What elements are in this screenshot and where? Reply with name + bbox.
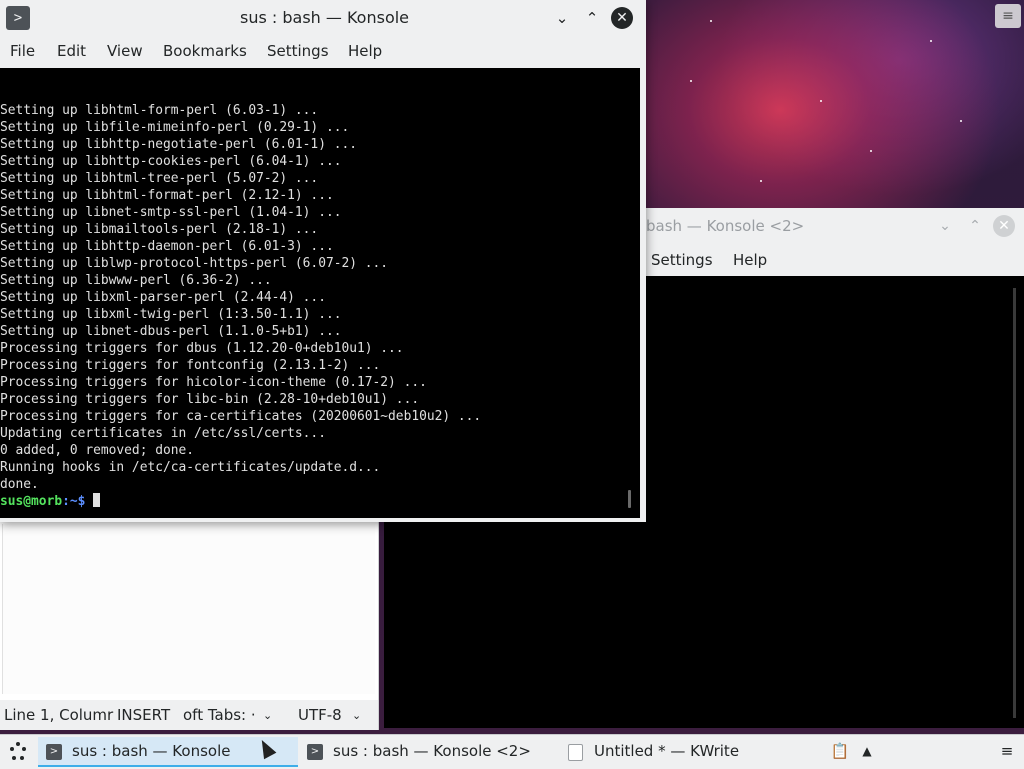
maximize-icon[interactable]: ⌃	[965, 216, 985, 236]
terminal-line: Running hooks in /etc/ca-certificates/up…	[0, 460, 381, 475]
menu-settings[interactable]: Settings	[267, 42, 329, 60]
terminal-line: done.	[0, 477, 39, 492]
window-title: sus : bash — Konsole	[240, 8, 410, 27]
menu-bookmarks[interactable]: Bookmarks	[163, 42, 247, 60]
maximize-icon[interactable]: ⌃	[582, 8, 602, 28]
task-konsole-2[interactable]: > sus : bash — Konsole <2>	[299, 737, 559, 767]
encoding[interactable]: UTF-8	[298, 706, 342, 724]
menu-file[interactable]: File	[10, 42, 35, 60]
star	[760, 180, 762, 182]
tab-settings[interactable]: oft Tabs: ·	[183, 706, 256, 724]
terminal-line: Setting up libhttp-daemon-perl (6.01-3) …	[0, 239, 334, 254]
terminal-line: Processing triggers for libc-bin (2.28-1…	[0, 392, 420, 407]
status-bar: Line 1, Columr INSERT oft Tabs: · ⌄ UTF-…	[0, 700, 378, 730]
terminal-line: Processing triggers for hicolor-icon-the…	[0, 375, 427, 390]
menu-view[interactable]: View	[107, 42, 143, 60]
document-icon	[568, 744, 583, 761]
input-mode[interactable]: INSERT	[117, 706, 170, 724]
close-icon[interactable]: ✕	[993, 215, 1015, 237]
terminal-line: Processing triggers for fontconfig (2.13…	[0, 358, 381, 373]
star	[690, 80, 692, 82]
terminal-line: Setting up libnet-dbus-perl (1.1.0-5+b1)…	[0, 324, 342, 339]
menubar: File Edit View Bookmarks Settings Help	[0, 36, 646, 68]
star	[930, 40, 932, 42]
terminal-line: Setting up libmailtools-perl (2.18-1) ..…	[0, 222, 319, 237]
task-label: sus : bash — Konsole	[72, 742, 231, 760]
terminal-line: 0 added, 0 removed; done.	[0, 443, 195, 458]
star	[870, 150, 872, 152]
terminal-line: Setting up libhtml-tree-perl (5.07-2) ..…	[0, 171, 319, 186]
terminal-line: Setting up libhttp-negotiate-perl (6.01-…	[0, 137, 357, 152]
terminal-line: Setting up libwww-perl (6.36-2) ...	[0, 273, 272, 288]
terminal-line: Updating certificates in /etc/ssl/certs.…	[0, 426, 326, 441]
kwrite-window[interactable]: Line 1, Columr INSERT oft Tabs: · ⌄ UTF-…	[0, 520, 379, 730]
star	[820, 100, 822, 102]
close-icon[interactable]: ✕	[611, 7, 633, 29]
terminal-line: Processing triggers for ca-certificates …	[0, 409, 482, 424]
terminal-output[interactable]: Setting up libhtml-form-perl (6.03-1) ..…	[0, 68, 640, 518]
scrollbar[interactable]	[628, 490, 631, 508]
terminal-line: Processing triggers for dbus (1.12.20-0+…	[0, 341, 404, 356]
menu-help[interactable]: Help	[348, 42, 382, 60]
expand-tray-icon[interactable]: ▲	[856, 740, 878, 762]
terminal-line: Setting up libhttp-cookies-perl (6.04-1)…	[0, 154, 342, 169]
hamburger-menu-icon[interactable]: ≡	[996, 740, 1018, 762]
chevron-down-icon[interactable]: ⌄	[352, 709, 361, 722]
terminal-icon: >	[46, 744, 62, 760]
terminal-line: Setting up libfile-mimeinfo-perl (0.29-1…	[0, 120, 350, 135]
star	[710, 20, 712, 22]
terminal-line: Setting up libhtml-form-perl (6.03-1) ..…	[0, 103, 319, 118]
terminal-line: Setting up libhtml-format-perl (2.12-1) …	[0, 188, 334, 203]
terminal-line: Setting up libxml-parser-perl (2.44-4) .…	[0, 290, 326, 305]
scrollbar[interactable]	[1013, 288, 1016, 718]
text-editor-area[interactable]	[2, 524, 375, 694]
desktop-toolbox-icon[interactable]: ≡	[995, 4, 1021, 28]
prompt-path: :~$	[62, 494, 86, 509]
task-kwrite[interactable]: Untitled * — KWrite	[560, 737, 820, 767]
star	[960, 120, 962, 122]
menu-settings[interactable]: Settings	[651, 251, 713, 269]
konsole-window[interactable]: > sus : bash — Konsole ⌄ ⌃ ✕ File Edit V…	[0, 0, 646, 522]
prompt-user: sus@morb	[0, 494, 63, 509]
application-launcher-icon[interactable]	[6, 740, 30, 764]
titlebar[interactable]: > sus : bash — Konsole ⌄ ⌃ ✕	[0, 0, 646, 36]
cursor-position[interactable]: Line 1, Columr	[4, 706, 113, 724]
menu-help[interactable]: Help	[733, 251, 767, 269]
text-cursor	[93, 493, 101, 507]
task-label: Untitled * — KWrite	[594, 742, 740, 760]
clipboard-icon[interactable]: 📋	[829, 740, 851, 762]
minimize-icon[interactable]: ⌄	[935, 216, 955, 236]
taskbar: > sus : bash — Konsole > sus : bash — Ko…	[0, 734, 1024, 769]
chevron-down-icon[interactable]: ⌄	[263, 709, 272, 722]
window-title: bash — Konsole <2>	[646, 217, 805, 235]
terminal-icon[interactable]: >	[6, 6, 30, 30]
task-label: sus : bash — Konsole <2>	[333, 742, 531, 760]
terminal-icon: >	[307, 744, 323, 760]
terminal-line: Setting up libxml-twig-perl (1:3.50-1.1)…	[0, 307, 342, 322]
minimize-icon[interactable]: ⌄	[552, 8, 572, 28]
menu-edit[interactable]: Edit	[57, 42, 86, 60]
terminal-line: Setting up libnet-smtp-ssl-perl (1.04-1)…	[0, 205, 342, 220]
terminal-line: Setting up liblwp-protocol-https-perl (6…	[0, 256, 389, 271]
prompt-line: sus@morb:~$	[0, 493, 640, 510]
